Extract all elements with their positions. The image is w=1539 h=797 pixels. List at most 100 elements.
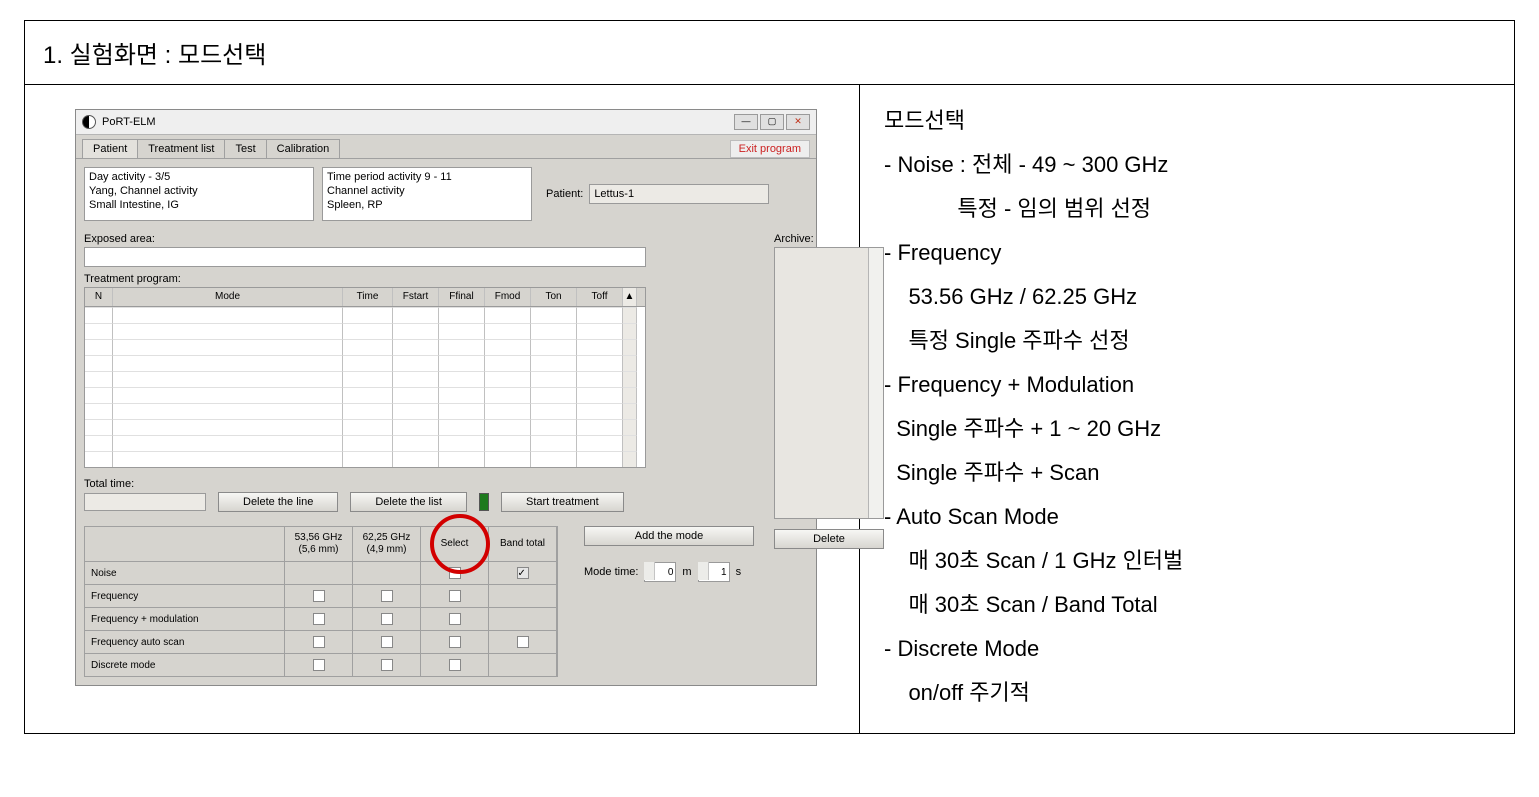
mode-time-minutes[interactable]: 0 xyxy=(644,562,676,582)
total-time-field xyxy=(84,493,206,511)
document-table: 1. 실험화면 : 모드선택 PoRT-ELM — ▢ ✕ Patient Tr… xyxy=(24,20,1515,734)
checkbox-icon xyxy=(313,590,325,602)
note-line: 매 30초 Scan / 1 GHz 인터벌 xyxy=(884,539,1494,583)
checkbox-icon xyxy=(313,659,325,671)
exposed-area-input[interactable] xyxy=(84,247,646,267)
total-row: Total time: xyxy=(84,478,764,490)
note-line: - Auto Scan Mode xyxy=(884,495,1494,539)
checkbox-icon xyxy=(381,636,393,648)
activity-list-1[interactable]: Day activity - 3/5 Yang, Channel activit… xyxy=(84,167,314,221)
window-close-button[interactable]: ✕ xyxy=(786,114,810,130)
tab-patient[interactable]: Patient xyxy=(82,139,138,158)
window-body: Day activity - 3/5 Yang, Channel activit… xyxy=(76,159,816,685)
mode-row-noise: Noise xyxy=(85,562,285,584)
note-line: - Frequency xyxy=(884,231,1494,275)
mode-col-6225: 62,25 GHz (4,9 mm) xyxy=(353,527,421,561)
checkbox-icon xyxy=(449,567,461,579)
col-n: N xyxy=(85,288,113,306)
table-header: N Mode Time Fstart Ffinal Fmod Ton Toff … xyxy=(85,288,645,307)
total-time-label: Total time: xyxy=(84,478,134,490)
mode-grid-corner xyxy=(85,527,285,561)
list-item[interactable]: Channel activity xyxy=(327,184,527,198)
list-item[interactable]: Day activity - 3/5 xyxy=(89,170,309,184)
note-line: - Discrete Mode xyxy=(884,627,1494,671)
note-line: - Frequency + Modulation xyxy=(884,363,1494,407)
patient-field: Patient: xyxy=(546,167,769,221)
checkbox-icon xyxy=(449,636,461,648)
treatment-table: N Mode Time Fstart Ffinal Fmod Ton Toff … xyxy=(84,287,646,468)
app-title: PoRT-ELM xyxy=(102,116,732,128)
window-minimize-button[interactable]: — xyxy=(734,114,758,130)
checkbox-icon xyxy=(449,613,461,625)
note-line: 특정 Single 주파수 선정 xyxy=(884,319,1494,363)
checkbox-icon xyxy=(381,659,393,671)
checkbox-icon xyxy=(381,613,393,625)
checkbox-icon xyxy=(313,636,325,648)
list-item[interactable]: Time period activity 9 - 11 xyxy=(327,170,527,184)
unit-m: m xyxy=(682,566,691,578)
mode-side: Add the mode Mode time: 0 m 1 s xyxy=(584,526,764,582)
patient-label: Patient: xyxy=(546,188,583,200)
mode-panel: 53,56 GHz (5,6 mm) 62,25 GHz (4,9 mm) Se… xyxy=(84,526,764,677)
mode-time-seconds[interactable]: 1 xyxy=(698,562,730,582)
exposed-area-label: Exposed area: xyxy=(84,233,764,245)
content-row: PoRT-ELM — ▢ ✕ Patient Treatment list Te… xyxy=(25,85,1514,733)
mode-row-freq-mod: Frequency + modulation xyxy=(85,608,285,630)
col-time: Time xyxy=(343,288,393,306)
activity-list-2[interactable]: Time period activity 9 - 11 Channel acti… xyxy=(322,167,532,221)
note-line: Single 주파수 + Scan xyxy=(884,451,1494,495)
note-line: on/off 주기적 xyxy=(884,671,1494,715)
mode-time-label: Mode time: xyxy=(584,566,638,578)
main-split: Exposed area: Treatment program: N Mode … xyxy=(84,227,808,677)
patient-input[interactable] xyxy=(589,184,769,204)
mode-row-auto-scan: Frequency auto scan xyxy=(85,631,285,653)
tab-test[interactable]: Test xyxy=(224,139,266,158)
col-ton: Ton xyxy=(531,288,577,306)
treatment-program-label: Treatment program: xyxy=(84,273,764,285)
col-fmod: Fmod xyxy=(485,288,531,306)
checkbox-icon xyxy=(449,590,461,602)
note-line: 특정 - 임의 범위 선정 xyxy=(884,187,1494,231)
list-item[interactable]: Yang, Channel activity xyxy=(89,184,309,198)
note-line: 53.56 GHz / 62.25 GHz xyxy=(884,275,1494,319)
window-maximize-button[interactable]: ▢ xyxy=(760,114,784,130)
checkbox-icon xyxy=(313,613,325,625)
col-toff: Toff xyxy=(577,288,623,306)
status-led-icon xyxy=(479,493,489,511)
checkbox-icon: ✓ xyxy=(517,567,529,579)
screenshot-cell: PoRT-ELM — ▢ ✕ Patient Treatment list Te… xyxy=(25,85,860,733)
mode-col-5356: 53,56 GHz (5,6 mm) xyxy=(285,527,353,561)
checkbox-icon xyxy=(449,659,461,671)
section-title: 1. 실험화면 : 모드선택 xyxy=(25,21,1514,85)
list-item[interactable]: Small Intestine, IG xyxy=(89,198,309,212)
title-bar: PoRT-ELM — ▢ ✕ xyxy=(76,110,816,135)
start-treatment-button[interactable]: Start treatment xyxy=(501,492,624,512)
tab-calibration[interactable]: Calibration xyxy=(266,139,341,158)
mode-row-frequency: Frequency xyxy=(85,585,285,607)
unit-s: s xyxy=(736,566,742,578)
delete-list-button[interactable]: Delete the list xyxy=(350,492,467,512)
left-panel: Exposed area: Treatment program: N Mode … xyxy=(84,227,764,677)
col-ffinal: Ffinal xyxy=(439,288,485,306)
checkbox-icon xyxy=(517,636,529,648)
col-fstart: Fstart xyxy=(393,288,439,306)
app-icon xyxy=(82,115,96,129)
notes-cell: 모드선택 - Noise : 전체 - 49 ~ 300 GHz 특정 - 임의… xyxy=(860,85,1514,733)
button-row: Delete the line Delete the list Start tr… xyxy=(84,492,764,512)
delete-line-button[interactable]: Delete the line xyxy=(218,492,338,512)
exit-program-button[interactable]: Exit program xyxy=(730,140,810,158)
table-body[interactable] xyxy=(85,307,645,467)
mode-grid: 53,56 GHz (5,6 mm) 62,25 GHz (4,9 mm) Se… xyxy=(84,526,558,677)
mode-time-row: Mode time: 0 m 1 s xyxy=(584,562,764,582)
mode-col-band-total: Band total xyxy=(489,527,557,561)
tab-treatment-list[interactable]: Treatment list xyxy=(137,139,225,158)
col-mode: Mode xyxy=(113,288,343,306)
tab-strip: Patient Treatment list Test Calibration … xyxy=(76,135,816,159)
archive-list[interactable] xyxy=(774,247,884,519)
mode-row-discrete: Discrete mode xyxy=(85,654,285,676)
app-window: PoRT-ELM — ▢ ✕ Patient Treatment list Te… xyxy=(75,109,817,686)
list-item[interactable]: Spleen, RP xyxy=(327,198,527,212)
add-mode-button[interactable]: Add the mode xyxy=(584,526,754,546)
note-line: 모드선택 xyxy=(884,99,1494,143)
mode-col-select: Select xyxy=(421,527,489,561)
